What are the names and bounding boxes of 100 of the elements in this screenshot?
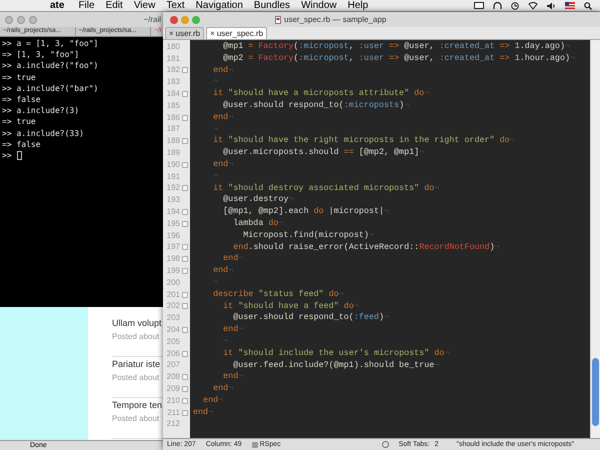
code-line: end¬ — [212, 158, 234, 169]
fold-marker-icon[interactable] — [182, 350, 188, 357]
line-number: 184 — [166, 90, 180, 98]
fold-marker-icon[interactable] — [182, 67, 188, 74]
code-line: ¬ — [212, 170, 218, 181]
menu-item[interactable]: File — [78, 0, 95, 10]
close-icon[interactable] — [170, 16, 178, 24]
line-number: 181 — [166, 54, 180, 63]
fold-marker-icon[interactable] — [182, 91, 188, 98]
code-line: @user.should respond_to(:microposts)¬ — [222, 100, 410, 110]
code-line: @user.destroy¬ — [222, 194, 294, 204]
fold-marker-icon[interactable] — [182, 162, 188, 168]
fold-marker-icon[interactable] — [182, 114, 188, 121]
code-line: ¬ — [212, 76, 218, 86]
code-line: @mp2 = Factory(:micropost, :user => @user, :created_at => 1.hour.ago)¬ — [222, 52, 576, 63]
line-number: 208 — [166, 373, 180, 382]
line-number: 182 — [166, 66, 180, 74]
code-line: ¬ — [212, 124, 218, 134]
code-line: it "should have a feed" do¬ — [222, 300, 359, 311]
fold-marker-icon[interactable] — [182, 185, 188, 192]
line-number: 195 — [166, 220, 180, 228]
line-number: 197 — [166, 243, 180, 252]
fold-marker-icon[interactable] — [182, 292, 188, 298]
fold-marker-icon[interactable] — [182, 209, 188, 216]
editor-tab[interactable]: × user.rb — [165, 27, 204, 39]
code-line: Micropost.find(micropost)¬ — [242, 230, 374, 240]
window-title: user_spec.rb — sample_app — [284, 16, 386, 24]
monitor-icon[interactable] — [474, 2, 484, 10]
code-line: lambda do¬ — [232, 218, 284, 228]
menu-item[interactable]: Edit — [106, 0, 123, 10]
code-line: it "should include the user's microposts" do¬ — [222, 348, 450, 358]
fold-marker-icon[interactable] — [182, 244, 188, 250]
code-line: end¬ — [202, 394, 224, 405]
line-number: 191 — [166, 172, 180, 181]
code-line: @user.microposts.should == [@mp2, @mp1]¬ — [222, 147, 424, 158]
fold-marker-icon[interactable] — [182, 303, 188, 310]
fold-marker-icon[interactable] — [182, 138, 188, 144]
zoom-icon[interactable] — [29, 16, 37, 24]
minimize-icon[interactable] — [181, 16, 189, 24]
post-timestamp: Posted about — [112, 413, 160, 425]
code-line: end¬ — [212, 383, 234, 394]
line-number: 189 — [166, 149, 180, 158]
app-menu[interactable]: ate — [50, 0, 64, 10]
line-number: 201 — [166, 290, 180, 299]
menu-item[interactable]: Text — [166, 0, 185, 10]
menu-item[interactable]: Bundles — [254, 0, 290, 10]
code-line: ¬ — [212, 276, 218, 287]
code-line: @user.feed.include?(@mp1).should be_true¬ — [232, 360, 440, 370]
console-line: => [1, 3, "foo"] — [2, 49, 80, 60]
clock-icon[interactable] — [511, 2, 519, 10]
fold-marker-icon[interactable] — [182, 220, 188, 227]
fold-marker-icon[interactable] — [182, 327, 188, 334]
fold-marker-icon[interactable] — [182, 268, 188, 274]
fold-marker-icon[interactable] — [182, 410, 188, 416]
code-line: @mp1 = Factory(:micropost, :user => @user, :created_at => 1.day.ago)¬ — [222, 41, 570, 51]
line-number: 196 — [166, 232, 180, 240]
line-number: 203 — [166, 314, 180, 322]
line-number: 198 — [166, 255, 180, 264]
post-timestamp: Posted about — [112, 372, 160, 384]
line-number: 212 — [166, 420, 180, 428]
text-cursor — [16, 150, 22, 160]
menu-item[interactable]: Help — [348, 0, 368, 10]
line-number: 202 — [166, 302, 180, 310]
document-icon — [275, 16, 281, 24]
code-line: end¬ — [212, 112, 234, 122]
close-icon[interactable]: × — [210, 30, 215, 38]
fold-marker-icon[interactable] — [182, 256, 188, 262]
code-line: [@mp1, @mp2].each do |micropost|¬ — [222, 206, 390, 216]
flag-icon[interactable] — [565, 2, 575, 9]
line-number: 207 — [166, 361, 180, 370]
wifi-icon[interactable] — [528, 2, 538, 10]
menu-item[interactable]: Window — [301, 0, 337, 10]
post-title: Pariatur iste — [112, 358, 162, 371]
code-line: describe "status feed" do¬ — [212, 288, 344, 299]
line-number: 193 — [166, 196, 180, 204]
line-number: 188 — [166, 137, 180, 146]
console-line: => false — [2, 94, 41, 106]
menu-item[interactable]: View — [134, 0, 156, 10]
console-line: => true — [2, 72, 36, 83]
window-title: ~/rail — [143, 16, 161, 24]
minimize-icon[interactable] — [17, 16, 25, 24]
close-icon[interactable] — [5, 16, 13, 24]
post-title: Ullam volupt — [112, 317, 163, 330]
menu-item[interactable]: Navigation — [196, 0, 243, 10]
close-icon[interactable]: × — [169, 30, 174, 38]
fold-marker-icon[interactable] — [182, 374, 188, 380]
code-line: end¬ — [193, 406, 214, 417]
code-line: end.should raise_error(ActiveRecord::RecordNotFound)¬ — [232, 242, 500, 252]
fold-marker-icon[interactable] — [182, 398, 188, 404]
code-line: end¬ — [222, 371, 244, 382]
fold-marker-icon[interactable] — [182, 386, 188, 392]
language-icon — [252, 442, 258, 448]
console-line: >> a = [1, 3, "foo"] — [2, 38, 98, 50]
line-number: 200 — [166, 278, 180, 287]
scrollbar[interactable] — [590, 40, 600, 438]
speaker-icon[interactable] — [547, 2, 556, 10]
scrollbar-thumb[interactable] — [592, 358, 599, 426]
search-icon[interactable] — [584, 2, 592, 10]
zoom-icon[interactable] — [192, 16, 200, 24]
editor-tab[interactable]: × user_spec.rb — [206, 27, 268, 39]
